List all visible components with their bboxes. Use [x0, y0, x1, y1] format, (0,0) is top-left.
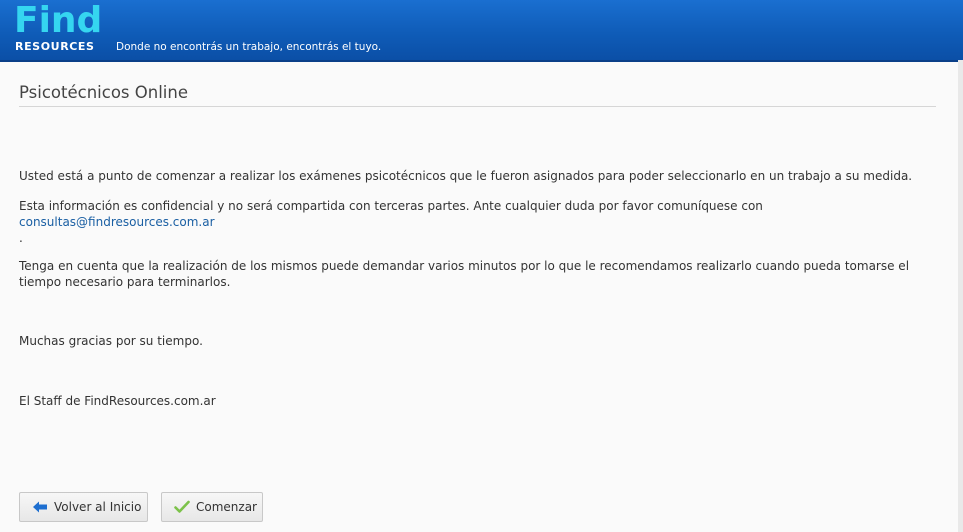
main-content: Psicotécnicos Online Usted está a punto …	[0, 62, 958, 532]
page-edge-divider	[958, 60, 963, 532]
back-button-label: Volver al Inicio	[54, 500, 142, 514]
intro-paragraph: Usted está a punto de comenzar a realiza…	[19, 169, 913, 183]
confidentiality-period: .	[19, 231, 23, 245]
confidentiality-text: Esta información es confidencial y no se…	[19, 199, 763, 213]
start-button[interactable]: Comenzar	[161, 492, 263, 522]
page-title: Psicotécnicos Online	[19, 83, 936, 107]
findresources-logo[interactable]: Find RESOURCES	[14, 0, 104, 55]
contact-email-link[interactable]: consultas@findresources.com.ar	[19, 215, 215, 229]
confidentiality-paragraph: Esta información es confidencial y no se…	[19, 198, 939, 246]
check-icon	[174, 500, 190, 514]
start-button-label: Comenzar	[196, 500, 257, 514]
header-tagline: Donde no encontrás un trabajo, encontrás…	[116, 41, 382, 53]
logo-find-text: Find	[14, 0, 103, 41]
signature-paragraph: El Staff de FindResources.com.ar	[19, 394, 216, 408]
back-to-home-button[interactable]: Volver al Inicio	[19, 492, 148, 522]
thanks-paragraph: Muchas gracias por su tiempo.	[19, 334, 203, 348]
arrow-left-icon	[32, 500, 48, 514]
duration-notice-paragraph: Tenga en cuenta que la realización de lo…	[19, 259, 910, 289]
site-header: Find RESOURCES Donde no encontrás un tra…	[0, 0, 963, 62]
logo-resources-text: RESOURCES	[15, 40, 95, 53]
